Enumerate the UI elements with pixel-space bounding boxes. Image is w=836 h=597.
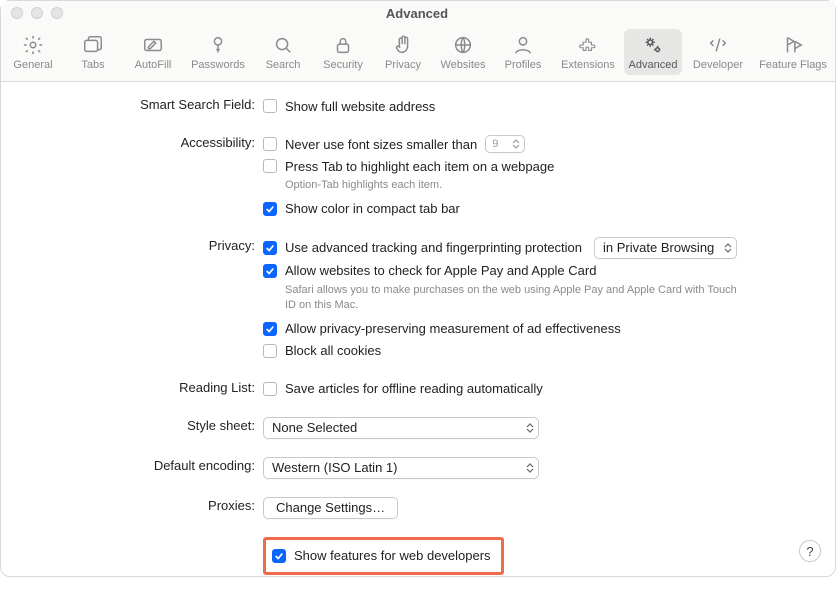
person-icon bbox=[511, 33, 535, 57]
never-use-font-label: Never use font sizes smaller than bbox=[285, 137, 477, 152]
pencil-box-icon bbox=[141, 33, 165, 57]
tab-general[interactable]: General bbox=[4, 29, 62, 75]
puzzle-icon bbox=[576, 33, 600, 57]
privacy-label: Privacy: bbox=[25, 237, 263, 253]
window-title: Advanced bbox=[9, 6, 825, 21]
style-sheet-value: None Selected bbox=[272, 420, 357, 435]
tab-advanced[interactable]: Advanced bbox=[624, 29, 682, 75]
font-size-select[interactable]: 9 bbox=[485, 135, 525, 153]
content-area: Smart Search Field: Show full website ad… bbox=[1, 82, 835, 597]
chevron-updown-icon bbox=[526, 463, 534, 473]
gear-icon bbox=[21, 33, 45, 57]
show-color-label: Show color in compact tab bar bbox=[285, 201, 460, 216]
tab-label: Search bbox=[266, 59, 301, 71]
apple-pay-label: Allow websites to check for Apple Pay an… bbox=[285, 263, 596, 278]
key-icon bbox=[206, 33, 230, 57]
press-tab-label: Press Tab to highlight each item on a we… bbox=[285, 159, 554, 174]
press-tab-checkbox[interactable] bbox=[263, 159, 277, 173]
change-settings-button[interactable]: Change Settings… bbox=[263, 497, 398, 519]
wrench-icon bbox=[706, 33, 730, 57]
tab-label: General bbox=[13, 59, 52, 71]
tab-label: Security bbox=[323, 59, 363, 71]
press-tab-hint: Option-Tab highlights each item. bbox=[263, 178, 554, 193]
tab-privacy[interactable]: Privacy bbox=[374, 29, 432, 75]
show-full-address-checkbox[interactable] bbox=[263, 99, 277, 113]
tab-extensions[interactable]: Extensions bbox=[554, 29, 622, 75]
flags-icon bbox=[781, 33, 805, 57]
never-use-font-checkbox[interactable] bbox=[263, 137, 277, 151]
apple-pay-hint: Safari allows you to make purchases on t… bbox=[263, 283, 743, 313]
tab-label: Advanced bbox=[629, 59, 678, 71]
globe-icon bbox=[451, 33, 475, 57]
advanced-tracking-checkbox[interactable] bbox=[263, 241, 277, 255]
font-size-value: 9 bbox=[492, 138, 498, 150]
tab-tabs[interactable]: Tabs bbox=[64, 29, 122, 75]
titlebar: Advanced bbox=[1, 1, 835, 25]
default-encoding-select[interactable]: Western (ISO Latin 1) bbox=[263, 457, 539, 479]
style-sheet-select[interactable]: None Selected bbox=[263, 417, 539, 439]
chevron-updown-icon bbox=[526, 423, 534, 433]
tab-label: Feature Flags bbox=[759, 59, 827, 71]
tab-label: Passwords bbox=[191, 59, 245, 71]
tab-security[interactable]: Security bbox=[314, 29, 372, 75]
style-sheet-label: Style sheet: bbox=[25, 417, 263, 433]
save-offline-checkbox[interactable] bbox=[263, 382, 277, 396]
block-cookies-checkbox[interactable] bbox=[263, 344, 277, 358]
default-encoding-label: Default encoding: bbox=[25, 457, 263, 473]
developer-features-checkbox[interactable] bbox=[272, 549, 286, 563]
lock-icon bbox=[331, 33, 355, 57]
tab-autofill[interactable]: AutoFill bbox=[124, 29, 182, 75]
apple-pay-checkbox[interactable] bbox=[263, 264, 277, 278]
tabs-icon bbox=[81, 33, 105, 57]
show-full-address-label: Show full website address bbox=[285, 99, 435, 114]
tab-websites[interactable]: Websites bbox=[434, 29, 492, 75]
tab-feature-flags[interactable]: Feature Flags bbox=[754, 29, 832, 75]
accessibility-label: Accessibility: bbox=[25, 134, 263, 150]
default-encoding-value: Western (ISO Latin 1) bbox=[272, 460, 397, 475]
reading-list-label: Reading List: bbox=[25, 379, 263, 395]
tab-label: Websites bbox=[440, 59, 485, 71]
advanced-tracking-label: Use advanced tracking and fingerprinting… bbox=[285, 240, 582, 255]
tab-passwords[interactable]: Passwords bbox=[184, 29, 252, 75]
tab-label: Privacy bbox=[385, 59, 421, 71]
tab-label: Tabs bbox=[81, 59, 104, 71]
smart-search-label: Smart Search Field: bbox=[25, 96, 263, 112]
tab-label: Profiles bbox=[505, 59, 542, 71]
tab-profiles[interactable]: Profiles bbox=[494, 29, 552, 75]
block-cookies-label: Block all cookies bbox=[285, 343, 381, 358]
tracking-scope-select[interactable]: in Private Browsing bbox=[594, 237, 737, 259]
tab-label: Extensions bbox=[561, 59, 615, 71]
help-button[interactable]: ? bbox=[799, 540, 821, 562]
tab-search[interactable]: Search bbox=[254, 29, 312, 75]
developer-features-label: Show features for web developers bbox=[294, 548, 491, 563]
chevron-updown-icon bbox=[512, 139, 520, 149]
chevron-updown-icon bbox=[724, 243, 732, 253]
tab-label: Developer bbox=[693, 59, 743, 71]
tab-label: AutoFill bbox=[135, 59, 172, 71]
ad-measure-checkbox[interactable] bbox=[263, 322, 277, 336]
preferences-toolbar: General Tabs AutoFill Passwords Search S… bbox=[1, 25, 835, 82]
proxies-label: Proxies: bbox=[25, 497, 263, 513]
tracking-scope-value: in Private Browsing bbox=[603, 240, 714, 255]
gears-icon bbox=[641, 33, 665, 57]
search-icon bbox=[271, 33, 295, 57]
hand-icon bbox=[391, 33, 415, 57]
show-color-checkbox[interactable] bbox=[263, 202, 277, 216]
ad-measure-label: Allow privacy-preserving measurement of … bbox=[285, 321, 621, 336]
tab-developer[interactable]: Developer bbox=[684, 29, 752, 75]
save-offline-label: Save articles for offline reading automa… bbox=[285, 381, 543, 396]
developer-highlight: Show features for web developers bbox=[263, 537, 504, 575]
